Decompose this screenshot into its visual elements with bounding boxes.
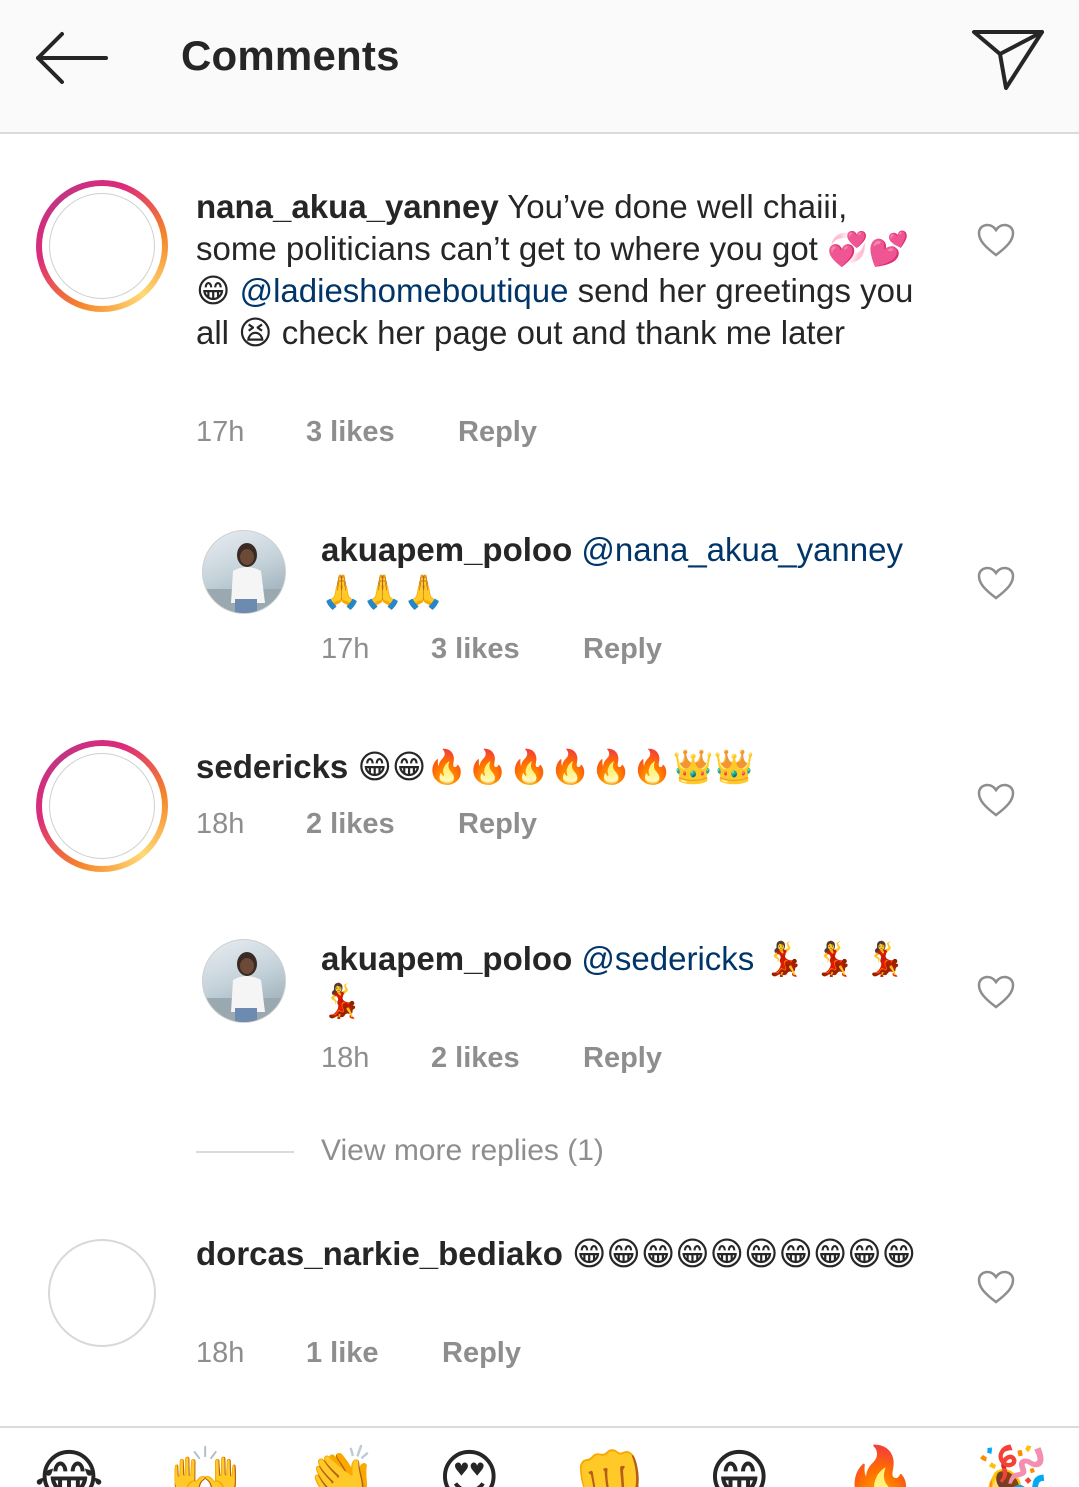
comment-text: dorcas_narkie_bediako 😁😁😁😁😁😁😁😁😁😁 — [196, 1235, 917, 1272]
mention-link[interactable]: @sedericks — [581, 940, 754, 977]
quick-reactions-bar: 😂 🙌 👏 😍 👊 😁 🔥 🎉 — [0, 1426, 1079, 1487]
comment-username[interactable]: sedericks — [196, 748, 348, 785]
comment-time: 17h — [196, 416, 245, 448]
avatar-story-ring[interactable] — [36, 740, 168, 872]
comment-username[interactable]: dorcas_narkie_bediako — [196, 1235, 563, 1272]
comment-username[interactable]: akuapem_poloo — [321, 940, 572, 977]
paper-plane-icon — [972, 30, 1044, 90]
avatar[interactable] — [202, 530, 286, 614]
reply-button[interactable]: Reply — [458, 804, 537, 844]
avatar — [49, 193, 155, 299]
comment-text: akuapem_poloo @nana_akua_yanney 🙏🙏🙏 — [321, 531, 903, 610]
reaction-fire-icon[interactable]: 🔥 — [843, 1448, 918, 1487]
comment-time: 18h — [196, 808, 245, 840]
comment-text: nana_akua_yanney You’ve done well chaiii… — [196, 188, 914, 351]
comment-meta: 17h 3 likes Reply — [321, 629, 821, 669]
profile-photo — [203, 543, 285, 613]
likes-count[interactable]: 3 likes — [431, 629, 520, 669]
comment-text: akuapem_poloo @sedericks 💃 💃 💃 💃 — [321, 940, 906, 1019]
comment-time: 17h — [321, 633, 370, 665]
comment-time: 18h — [196, 1337, 245, 1369]
top-bar: Comments — [0, 0, 1079, 134]
arrow-left-icon — [36, 32, 108, 84]
heart-icon[interactable] — [976, 1269, 1016, 1305]
view-more-divider — [196, 1151, 294, 1153]
reply-button[interactable]: Reply — [442, 1333, 521, 1373]
reply-button[interactable]: Reply — [583, 1038, 662, 1078]
heart-icon[interactable] — [976, 222, 1016, 258]
reply-button[interactable]: Reply — [583, 629, 662, 669]
profile-photo — [203, 952, 285, 1022]
likes-count[interactable]: 1 like — [306, 1333, 379, 1373]
reaction-fist-icon[interactable]: 👊 — [573, 1448, 648, 1487]
likes-count[interactable]: 2 likes — [306, 804, 395, 844]
avatar-story-ring[interactable] — [36, 180, 168, 312]
likes-count[interactable]: 2 likes — [431, 1038, 520, 1078]
comment-meta: 18h 2 likes Reply — [321, 1038, 821, 1078]
avatar[interactable] — [202, 939, 286, 1023]
avatar — [49, 753, 155, 859]
share-button[interactable] — [966, 22, 1050, 98]
likes-count[interactable]: 3 likes — [306, 412, 395, 452]
reaction-clap-icon[interactable]: 👏 — [303, 1448, 378, 1487]
mention-link[interactable]: @nana_akua_yanney — [581, 531, 903, 568]
comment-meta: 18h 1 like Reply — [196, 1333, 696, 1373]
reaction-heart-eyes-icon[interactable]: 😍 — [438, 1448, 501, 1487]
page-title: Comments — [181, 32, 400, 79]
heart-icon[interactable] — [976, 782, 1016, 818]
heart-icon[interactable] — [976, 565, 1016, 601]
comment-meta: 17h 3 likes Reply — [196, 412, 696, 452]
comment-username[interactable]: nana_akua_yanney — [196, 188, 499, 225]
comment-text: sedericks 😁😁🔥🔥🔥🔥🔥🔥👑👑 — [196, 748, 755, 785]
comment-meta: 18h 2 likes Reply — [196, 804, 696, 844]
reply-button[interactable]: Reply — [458, 412, 537, 452]
comment-username[interactable]: akuapem_poloo — [321, 531, 572, 568]
reaction-grin-icon[interactable]: 😁 — [708, 1448, 771, 1487]
back-button[interactable] — [30, 26, 114, 90]
reaction-raised-hands-icon[interactable]: 🙌 — [168, 1448, 243, 1487]
comment-time: 18h — [321, 1042, 370, 1074]
avatar[interactable] — [48, 1239, 156, 1347]
reaction-laughing-icon[interactable]: 😂 — [34, 1448, 104, 1487]
mention-link[interactable]: @ladieshomeboutique — [240, 272, 569, 309]
view-more-replies-button[interactable]: View more replies (1) — [321, 1134, 604, 1168]
heart-icon[interactable] — [976, 974, 1016, 1010]
reaction-party-icon[interactable]: 🎉 — [975, 1448, 1050, 1487]
